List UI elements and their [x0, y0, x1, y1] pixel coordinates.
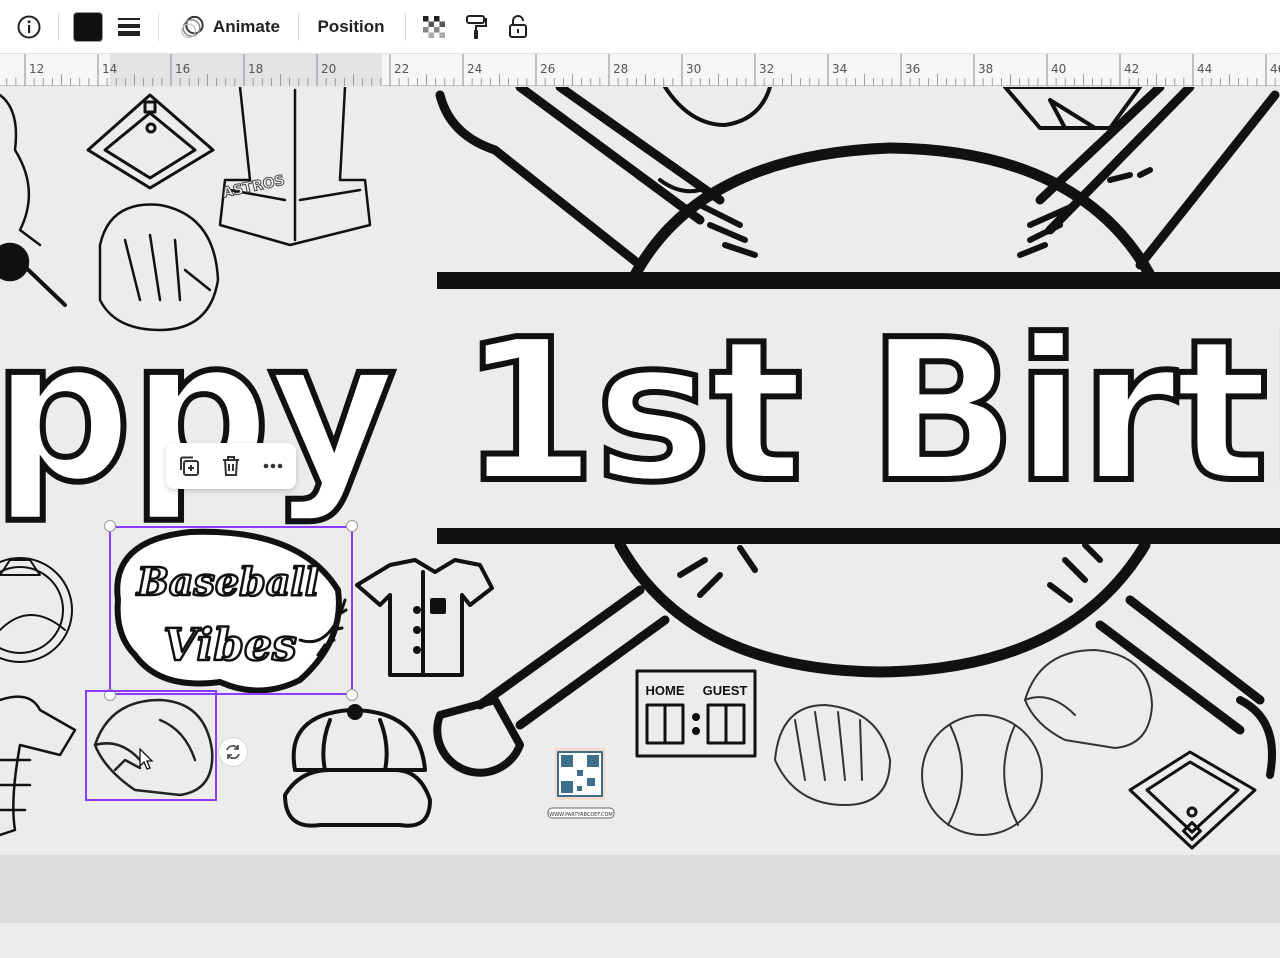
element-context-toolbar [166, 443, 296, 489]
resize-handle-top-left[interactable] [104, 520, 116, 532]
animate-button[interactable]: Animate [170, 9, 288, 45]
ruler-label: 16 [175, 62, 191, 76]
ruler-label: 30 [686, 62, 702, 76]
transparency-icon [423, 16, 445, 38]
rotate-handle[interactable] [218, 737, 248, 767]
top-toolbar: Animate Position [0, 0, 1280, 54]
crossed-bats-top [435, 87, 1280, 270]
position-label: Position [317, 17, 385, 36]
border-style-button[interactable] [112, 9, 146, 45]
lock-icon [509, 15, 527, 38]
info-button[interactable] [12, 9, 46, 45]
rotate-icon [226, 745, 240, 759]
scoreboard-guest-label: GUEST [703, 683, 748, 698]
mouse-cursor-icon [139, 748, 154, 770]
toolbar-divider [405, 13, 406, 41]
trash-icon [223, 456, 239, 476]
banner-headline[interactable]: ppy 1st Birthday [0, 295, 1280, 529]
ruler-label: 22 [394, 62, 410, 76]
animate-label: Animate [212, 17, 280, 36]
ruler-label: 40 [1051, 62, 1067, 76]
ruler-label: 24 [467, 62, 483, 76]
ruler-label: 20 [321, 62, 337, 76]
resize-handle-bottom-right[interactable] [346, 689, 358, 701]
baseball-cap-outline [283, 704, 432, 828]
baseball-diamond-bottom [1128, 750, 1257, 850]
canvas-footer-strip [0, 923, 1280, 958]
delete-button[interactable] [216, 451, 246, 481]
stitches-top [697, 167, 1153, 258]
banner-bar-top [437, 272, 1280, 289]
crossed-bats-bottom [475, 585, 1265, 735]
color-swatch [73, 12, 103, 42]
resize-handle-top-right[interactable] [346, 520, 358, 532]
more-options-button[interactable] [258, 451, 288, 481]
scoreboard-home-label: HOME [646, 683, 685, 698]
glove-illustration-bottom [774, 704, 891, 806]
design-editor: Animate Position 12 14 16 18 20 22 24 26… [0, 0, 1280, 958]
selection-box-sticker[interactable] [109, 526, 353, 695]
ruler-label: 44 [1197, 62, 1213, 76]
ruler-label: 12 [29, 62, 45, 76]
ruler-label: 46 [1270, 62, 1280, 76]
line-weight-icon [118, 18, 140, 36]
ruler-label: 18 [248, 62, 264, 76]
partial-logo-left [0, 557, 73, 663]
qr-caption: WWW.PARTYABCDEF.COM [549, 812, 612, 818]
position-button[interactable]: Position [306, 9, 396, 45]
ruler-label: 32 [759, 62, 775, 76]
astros-jersey-illustration [218, 87, 372, 247]
ruler-label: 36 [905, 62, 921, 76]
ruler-label: 38 [978, 62, 994, 76]
batting-helmet-illustration [1024, 649, 1153, 749]
canvas-bottom-area [0, 855, 1280, 923]
color-button[interactable] [70, 9, 106, 45]
info-icon [17, 15, 41, 39]
ruler-label: 34 [832, 62, 848, 76]
duplicate-icon [180, 456, 199, 476]
ruler-label: 26 [540, 62, 556, 76]
toolbar-divider [58, 13, 59, 41]
ruler-label: 28 [613, 62, 629, 76]
transparency-button[interactable] [418, 9, 450, 45]
animate-icon [181, 15, 204, 39]
ruler-ticks [6, 54, 1276, 86]
duplicate-button[interactable] [174, 451, 204, 481]
ruler-label: 42 [1124, 62, 1140, 76]
jersey-outline [355, 558, 494, 677]
baseball-illustration [921, 714, 1043, 836]
lock-button[interactable] [502, 9, 534, 45]
toolbar-divider [298, 13, 299, 41]
paint-roller-icon [466, 15, 487, 39]
copy-style-button[interactable] [460, 9, 492, 45]
selection-box-helmet[interactable] [85, 690, 217, 801]
banner-bar-bottom [437, 528, 1280, 544]
bat-knob-left [433, 696, 524, 777]
baseball-diamond-top [86, 93, 215, 190]
ruler-label: 14 [102, 62, 118, 76]
horizontal-ruler[interactable]: 12 14 16 18 20 22 24 26 28 30 32 34 36 38 40 42 44 46 [0, 54, 1280, 86]
more-icon [263, 463, 283, 469]
qr-code-block [547, 748, 615, 819]
toolbar-divider [158, 13, 159, 41]
